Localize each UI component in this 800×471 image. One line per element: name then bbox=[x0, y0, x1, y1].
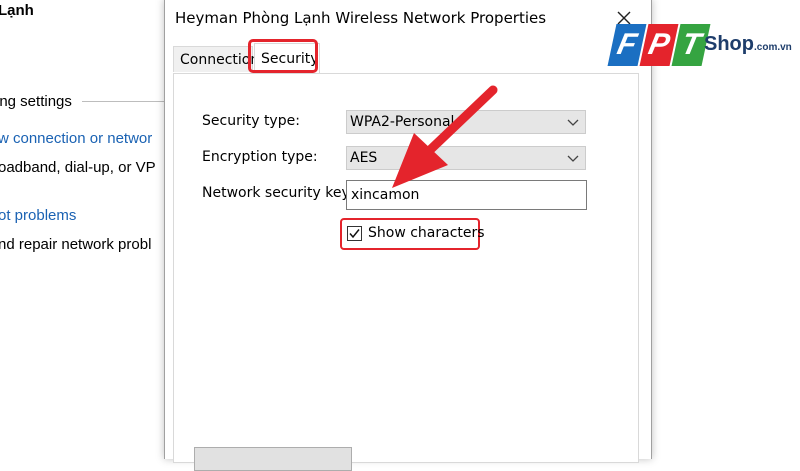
logo-shop-text: Shop.com.vn bbox=[704, 33, 792, 56]
background-section-heading: ing settings bbox=[0, 93, 165, 110]
tab-connection[interactable]: Connection bbox=[173, 46, 259, 72]
security-type-label: Security type: bbox=[202, 113, 300, 129]
network-key-input[interactable]: xincamon bbox=[346, 180, 587, 210]
setup-connection-description: oadband, dial-up, or VP bbox=[0, 159, 156, 176]
security-tab-highlight bbox=[248, 39, 318, 73]
advanced-settings-button[interactable] bbox=[194, 447, 352, 471]
chevron-down-icon bbox=[567, 119, 579, 126]
show-characters-option[interactable]: Show characters bbox=[340, 218, 485, 250]
security-tab-page: Security type: WPA2-Personal Encryption … bbox=[173, 73, 639, 471]
chevron-down-icon bbox=[567, 155, 579, 162]
setup-connection-link[interactable]: w connection or networ bbox=[0, 130, 152, 147]
encryption-type-label: Encryption type: bbox=[202, 149, 318, 165]
section-heading-text: ing settings bbox=[0, 93, 72, 110]
security-type-dropdown[interactable]: WPA2-Personal bbox=[346, 110, 586, 134]
dialog-titlebar[interactable]: Heyman Phòng Lạnh Wireless Network Prope… bbox=[165, 0, 651, 37]
background-window: Lạnh ing settings w connection or networ… bbox=[0, 0, 165, 450]
encryption-type-value: AES bbox=[350, 150, 378, 166]
tab-strip: Connection Security bbox=[173, 43, 643, 73]
troubleshoot-description: nd repair network probl bbox=[0, 236, 152, 253]
checkmark-icon bbox=[349, 229, 360, 239]
fpt-shop-logo: F P T Shop.com.vn bbox=[607, 24, 798, 80]
logo-shop-word: Shop bbox=[704, 33, 754, 55]
background-title: Lạnh bbox=[0, 2, 34, 19]
show-characters-label[interactable]: Show characters bbox=[368, 225, 485, 241]
logo-domain: .com.vn bbox=[754, 42, 792, 53]
encryption-type-dropdown[interactable]: AES bbox=[346, 146, 586, 170]
network-key-label: Network security key bbox=[202, 185, 350, 201]
fpt-letters: F P T bbox=[607, 24, 711, 66]
show-characters-checkbox[interactable] bbox=[347, 226, 362, 241]
troubleshoot-link[interactable]: ot problems bbox=[0, 207, 76, 224]
dialog-title: Heyman Phòng Lạnh Wireless Network Prope… bbox=[175, 9, 547, 27]
security-type-value: WPA2-Personal bbox=[350, 114, 455, 130]
network-properties-dialog: Heyman Phòng Lạnh Wireless Network Prope… bbox=[164, 0, 652, 471]
section-divider bbox=[81, 101, 165, 102]
